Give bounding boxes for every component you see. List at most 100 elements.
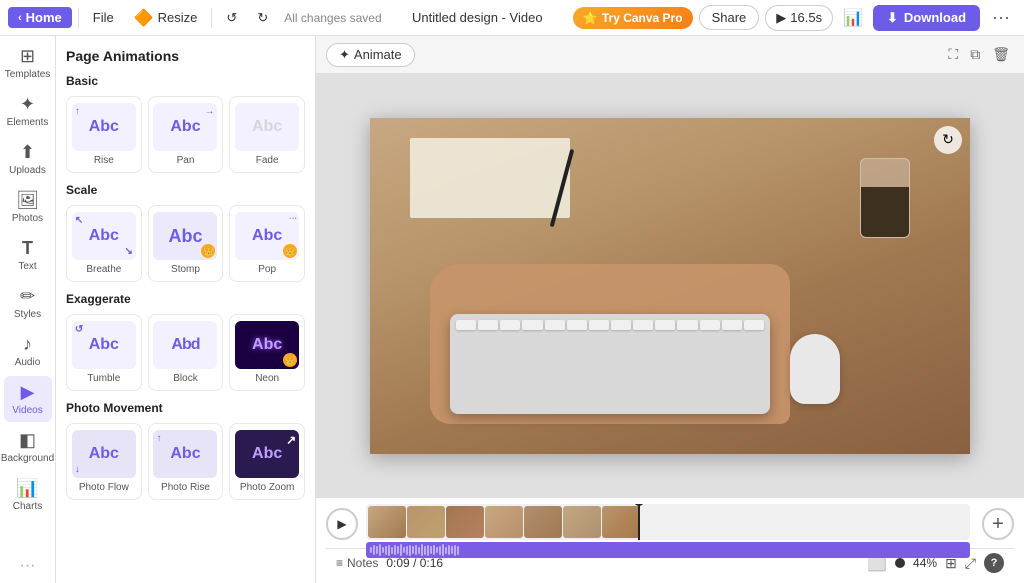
redo-button[interactable]: ↻: [249, 7, 276, 29]
dot-icon: ···: [289, 214, 297, 223]
canvas-toolbar: ✦ Animate ⛶ ⧉ 🗑: [316, 36, 1024, 74]
anim-rise[interactable]: ↑ Abc Rise: [66, 96, 142, 173]
zoom-arrow-icon: ↗: [286, 433, 296, 447]
play-icon: ▶: [776, 10, 786, 26]
timeline-controls: ▶: [326, 504, 1014, 544]
photo-zoom-label: Photo Zoom: [240, 482, 294, 493]
add-track-button[interactable]: +: [982, 508, 1014, 540]
photos-icon: 🖼: [16, 190, 39, 211]
anim-tumble[interactable]: ↺ Abc Tumble: [66, 314, 142, 391]
glass-liquid: [861, 187, 909, 237]
expand-canvas-button[interactable]: ⛶: [944, 42, 962, 67]
animate-button[interactable]: ✦ Animate: [326, 43, 415, 67]
anim-pan[interactable]: → Abc Pan: [148, 96, 224, 173]
text-icon: T: [22, 238, 33, 259]
anim-block[interactable]: Abd Block: [148, 314, 224, 391]
key11: [677, 320, 697, 330]
sidebar-item-text[interactable]: T Text: [4, 232, 52, 278]
wave-bar: [430, 546, 432, 554]
video-canvas: ↻: [316, 74, 1024, 497]
anim-breathe[interactable]: ↖ ↘ Abc Breathe: [66, 205, 142, 282]
rotate-icon: ↺: [75, 324, 83, 335]
try-pro-button[interactable]: ⭐ Try Canva Pro: [573, 7, 693, 29]
wave-bar: [436, 547, 438, 553]
wave-bar: [415, 545, 417, 555]
duplicate-canvas-button[interactable]: ⧉: [966, 42, 984, 67]
wave-bar: [457, 546, 459, 555]
audio-label: Audio: [15, 357, 41, 368]
mouse-prop: [790, 334, 840, 404]
section-exaggerate: Exaggerate: [66, 292, 305, 306]
audio-waveform: [366, 542, 970, 558]
fade-label: Fade: [256, 155, 279, 166]
refresh-button[interactable]: ↻: [934, 126, 962, 154]
delete-canvas-button[interactable]: 🗑: [988, 42, 1014, 67]
anim-photo-flow[interactable]: ↓ Abc Photo Flow: [66, 423, 142, 500]
share-label: Share: [712, 10, 747, 25]
photo-rise-preview: ↑ Abc: [153, 430, 217, 478]
analytics-icon: 📊: [843, 10, 863, 27]
keyboard-prop: [450, 314, 770, 414]
key12: [700, 320, 720, 330]
sidebar-item-charts[interactable]: 📊 Charts: [4, 472, 52, 518]
more-options-button[interactable]: ···: [986, 3, 1016, 32]
pop-label: Pop: [258, 264, 276, 275]
canvas-area: ✦ Animate ⛶ ⧉ 🗑: [316, 36, 1024, 583]
scale-grid: ↖ ↘ Abc Breathe Abc 👑 Stomp ··· Abc: [66, 205, 305, 282]
home-label: Home: [26, 10, 62, 25]
sidebar-item-photos[interactable]: 🖼 Photos: [4, 184, 52, 230]
play-button[interactable]: ▶: [326, 508, 358, 540]
sidebar-item-uploads[interactable]: ⬆ Uploads: [4, 136, 52, 182]
sidebar-item-templates[interactable]: ⊞ Templates: [4, 40, 52, 86]
analytics-button[interactable]: 📊: [839, 4, 867, 32]
more-icon: ···: [992, 7, 1010, 27]
sidebar-item-audio[interactable]: ♪ Audio: [4, 328, 52, 374]
undo-button[interactable]: ↺: [218, 7, 245, 29]
preview-button[interactable]: ▶ 16.5s: [765, 5, 833, 31]
section-scale: Scale: [66, 183, 305, 197]
wave-bar: [418, 547, 420, 554]
undo-icon: ↺: [226, 10, 237, 26]
section-photo-movement: Photo Movement: [66, 401, 305, 415]
down-icon: ↓: [75, 464, 80, 475]
photo-rise-label: Photo Rise: [161, 482, 210, 493]
anim-stomp[interactable]: Abc 👑 Stomp: [148, 205, 224, 282]
anim-fade[interactable]: Abc Fade: [229, 96, 305, 173]
anim-pop[interactable]: ··· Abc 👑 Pop: [229, 205, 305, 282]
timeline-track[interactable]: [366, 504, 970, 544]
share-button[interactable]: Share: [699, 5, 760, 30]
animate-label: Animate: [354, 47, 402, 62]
templates-icon: ⊞: [20, 46, 35, 67]
key6: [567, 320, 587, 330]
notes-button[interactable]: ≡ Notes: [336, 556, 378, 570]
crown-badge-pop: 👑: [283, 244, 297, 258]
glass-prop: [860, 158, 910, 238]
pan-label: Pan: [177, 155, 195, 166]
thumb2: [407, 506, 445, 538]
resize-button[interactable]: 🔶 Resize: [126, 5, 206, 31]
anim-neon[interactable]: Abc 👑 Neon: [229, 314, 305, 391]
home-button[interactable]: ‹ Home: [8, 7, 72, 28]
elements-label: Elements: [7, 117, 49, 128]
sidebar-item-background[interactable]: ◧ Background: [4, 424, 52, 470]
sidebar-item-elements[interactable]: ✦ Elements: [4, 88, 52, 134]
anim-photo-zoom[interactable]: ↗ Abc Photo Zoom: [229, 423, 305, 500]
file-button[interactable]: File: [85, 7, 122, 28]
help-button[interactable]: ?: [984, 553, 1004, 573]
wave-bar: [448, 545, 450, 555]
back-arrow-icon: ‹: [18, 12, 22, 24]
sidebar-item-styles[interactable]: ✏ Styles: [4, 280, 52, 326]
key2: [478, 320, 498, 330]
uploads-icon: ⬆: [20, 142, 35, 163]
animations-panel: Page Animations Basic ↑ Abc Rise → Abc P…: [56, 36, 316, 583]
anim-photo-rise[interactable]: ↑ Abc Photo Rise: [148, 423, 224, 500]
download-button[interactable]: ⬇ Download: [873, 5, 980, 31]
wave-bar: [439, 546, 441, 555]
refresh-icon: ↻: [942, 131, 954, 148]
sidebar-item-videos[interactable]: ▶ Videos: [4, 376, 52, 422]
breathe-label: Breathe: [86, 264, 121, 275]
notes-icon: ≡: [336, 556, 343, 570]
topbar: ‹ Home File 🔶 Resize ↺ ↻ All changes sav…: [0, 0, 1024, 36]
key14: [744, 320, 764, 330]
styles-icon: ✏: [20, 286, 35, 307]
